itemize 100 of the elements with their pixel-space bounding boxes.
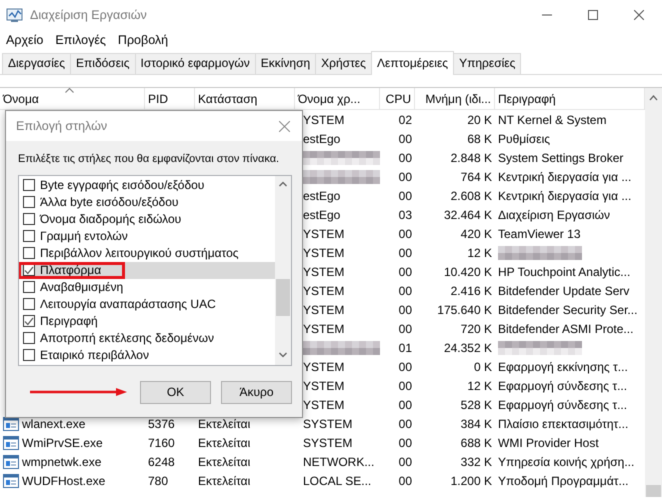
list-item[interactable]: Άλλα byte εισόδου/εξόδου [19, 194, 275, 210]
tab[interactable]: Διεργασίες [2, 53, 71, 74]
checkbox[interactable] [23, 247, 35, 259]
menu-item[interactable]: Επιλογές [55, 30, 106, 50]
item-label: Byte εγγραφής εισόδου/εξόδου [40, 177, 204, 194]
table-cell: Εκτελείται [198, 474, 250, 488]
table-cell: 2.416 K [450, 284, 492, 298]
checkbox[interactable] [23, 230, 35, 242]
app-icon [6, 7, 24, 23]
list-item[interactable]: Όνομα διαδρομής ειδώλου [19, 210, 275, 228]
table-cell: Εφαρμογή σύνδεσης τ... [498, 378, 628, 392]
table-cell: 5376 [148, 416, 175, 430]
list-item[interactable]: Αποτροπή εκτέλεσης δεδομένων [19, 330, 275, 346]
table-cell: 175.640 K [437, 302, 492, 316]
process-name: WUDFHost.exe [22, 472, 106, 490]
table-cell: 1.200 K [450, 474, 492, 488]
table-cell: 10.420 K [444, 264, 492, 278]
checkbox[interactable] [23, 264, 35, 276]
item-label: Γραμμή εντολών [40, 228, 128, 245]
scroll-thumb[interactable] [646, 485, 661, 497]
process-name: wmpnetwk.exe [22, 454, 102, 470]
list-item[interactable]: Αναβαθμισμένη [19, 278, 275, 296]
dialog-title: Επιλογή στηλών [16, 118, 108, 135]
column-header[interactable]: PID [148, 92, 168, 106]
process-name: wlanext.exe [22, 416, 86, 432]
tab[interactable]: Λεπτομέρειες [370, 51, 454, 75]
checkbox[interactable] [23, 179, 35, 191]
table-cell: YSTEM [303, 302, 344, 316]
table-cell: 6248 [148, 454, 175, 468]
process-icon [3, 436, 19, 450]
checkbox[interactable] [23, 315, 35, 327]
list-item[interactable]: Περιγραφή [19, 312, 275, 330]
column-header[interactable]: Όνομα χρ... [298, 92, 360, 106]
tab[interactable]: Εκκίνηση [254, 53, 316, 74]
list-item[interactable]: Περιβάλλον λειτουργικού συστήματος [19, 244, 275, 262]
close-icon[interactable] [634, 10, 644, 20]
table-cell: 764 K [460, 170, 492, 184]
table-cell: NETWORK... [303, 454, 374, 468]
table-cell: YSTEM [303, 360, 344, 374]
maximize-icon[interactable] [588, 10, 598, 20]
column-header[interactable]: Περιγραφή [498, 92, 556, 106]
table-cell: 780 [148, 474, 168, 488]
checkbox[interactable] [23, 349, 35, 361]
scroll-thumb[interactable] [276, 278, 290, 316]
menu-item[interactable]: Αρχείο [6, 30, 44, 50]
table-cell: 24.352 K [444, 340, 492, 354]
checkbox[interactable] [23, 332, 35, 344]
table-cell: 00 [398, 302, 412, 316]
column-header[interactable]: Όνομα [3, 92, 39, 106]
close-icon[interactable] [278, 120, 290, 132]
checkbox[interactable] [23, 213, 35, 225]
checkbox[interactable] [23, 196, 35, 208]
table-cell: 688 K [460, 436, 492, 450]
table-cell: HP Touchpoint Analytic... [498, 264, 630, 278]
table-cell: 68 K [467, 132, 492, 146]
table-cell: 00 [398, 150, 412, 164]
table-cell: NT Kernel & System [498, 112, 606, 126]
list-item[interactable]: Byte εγγραφής εισόδου/εξόδου [19, 176, 275, 194]
table-cell: YSTEM [303, 226, 344, 240]
tab[interactable]: Επιδόσεις [70, 53, 136, 74]
table-cell: TeamViewer 13 [498, 226, 580, 240]
table-cell: Υπηρεσία κοινής χρήση... [498, 454, 634, 468]
scrollbar[interactable] [645, 88, 662, 497]
table-cell: 12 K [467, 378, 492, 392]
table-cell: 00 [398, 360, 412, 374]
dialog-button[interactable]: OK [140, 380, 211, 404]
list-item[interactable]: Λειτουργία αναπαράστασης UAC [19, 296, 275, 312]
dialog-button[interactable]: Άκυρο [221, 380, 292, 404]
table-cell: Εφαρμογή σύνδεσης τ... [498, 398, 628, 412]
table-cell: 00 [398, 398, 412, 412]
tab[interactable]: Υπηρεσίες [453, 53, 522, 74]
table-cell: 00 [398, 226, 412, 240]
table-cell: Εφαρμογή εκκίνησης τ... [498, 360, 628, 374]
checkbox[interactable] [23, 281, 35, 293]
table-cell: Εκτελείται [198, 416, 250, 430]
table-cell: YSTEM [303, 322, 344, 336]
tab[interactable]: Χρήστες [315, 53, 372, 74]
list-item[interactable]: Πλατφόρμα [19, 262, 275, 278]
list-item[interactable]: Εταιρικό περιβάλλον [19, 346, 275, 364]
table-cell: 384 K [460, 416, 492, 430]
menu-item[interactable]: Προβολή [118, 30, 168, 50]
item-label: Άλλα byte εισόδου/εξόδου [40, 194, 178, 211]
table-cell: YSTEM [303, 398, 344, 412]
dialog-prompt: Επιλέξτε τις στήλες που θα εμφανίζονται στον πίνακα. [18, 152, 280, 167]
column-header[interactable]: CPU [386, 92, 411, 106]
table-cell: Bitdefender Security Ser... [498, 302, 638, 316]
column-header[interactable]: Μνήμη (ιδι... [425, 92, 491, 106]
column-header[interactable]: Κατάσταση [198, 92, 258, 106]
table-cell: 0 K [474, 360, 492, 374]
item-label: Περιβάλλον λειτουργικού συστήματος [40, 245, 239, 262]
table-cell: 00 [398, 264, 412, 278]
item-label: Εταιρικό περιβάλλον [40, 347, 149, 364]
table-cell: YSTEM [303, 264, 344, 278]
table-cell: 12 K [467, 246, 492, 260]
table-cell: Εκτελείται [198, 454, 250, 468]
checkbox[interactable] [23, 298, 35, 310]
scrollbar[interactable] [275, 176, 291, 364]
list-item[interactable]: Γραμμή εντολών [19, 228, 275, 244]
item-label: Αποτροπή εκτέλεσης δεδομένων [40, 330, 214, 347]
tab[interactable]: Ιστορικό εφαρμογών [134, 53, 256, 74]
